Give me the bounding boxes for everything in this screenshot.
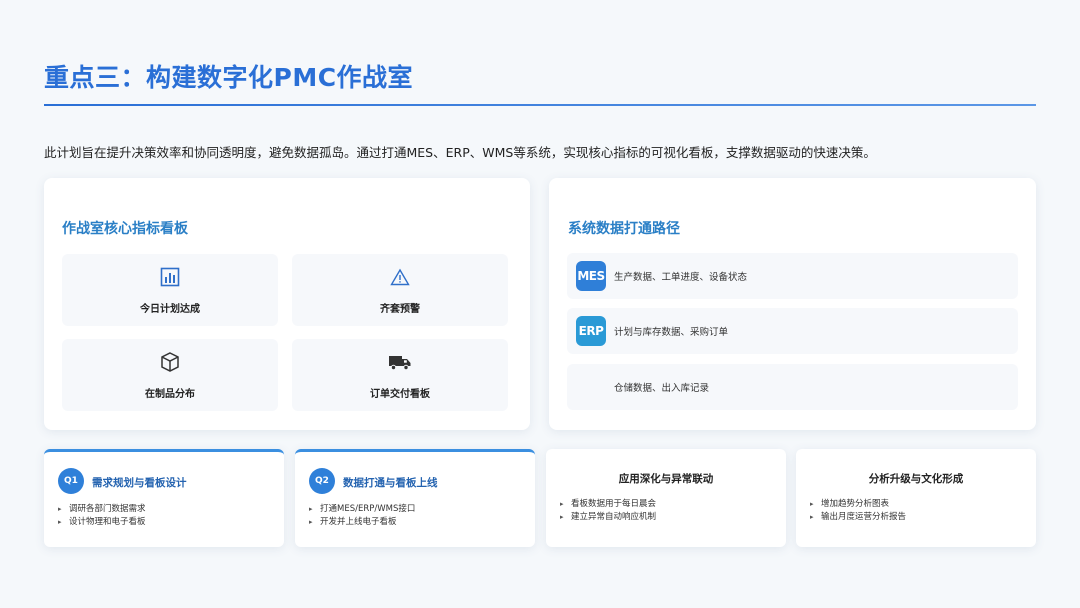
kpi-board-title: 作战室核心指标看板: [62, 221, 188, 237]
data-path-card: 系统数据打通路径 MES 生产数据、工单进度、设备状态 ERP 计划与库存数据、…: [549, 178, 1036, 430]
phase-title: 需求规划与看板设计: [92, 477, 187, 489]
phase-card-q3: 应用深化与异常联动 看板数据用于每日晨会 建立异常自动响应机制: [546, 449, 786, 547]
list-item: 看板数据用于每日晨会: [560, 498, 656, 511]
kpi-tile-label: 齐套预警: [380, 304, 420, 315]
phase-title: 数据打通与看板上线: [343, 477, 438, 489]
list-item: 打通MES/ERP/WMS接口: [309, 503, 415, 516]
erp-badge: ERP: [576, 316, 606, 346]
bar-chart-icon: [62, 266, 278, 288]
phase-card-q4: 分析升级与文化形成 增加趋势分析图表 输出月度运营分析报告: [796, 449, 1036, 547]
list-item: 调研各部门数据需求: [58, 503, 146, 516]
kpi-board-card: 作战室核心指标看板 今日计划达成 齐套预警 在制品分布 订单交付看板: [44, 178, 530, 430]
list-item: 设计物理和电子看板: [58, 516, 146, 529]
mes-badge: MES: [576, 261, 606, 291]
intro-text: 此计划旨在提升决策效率和协同透明度，避免数据孤岛。通过打通MES、ERP、WMS…: [44, 145, 876, 160]
path-row-erp: ERP 计划与库存数据、采购订单: [567, 308, 1018, 354]
path-row-text: 仓储数据、出入库记录: [614, 383, 710, 394]
title-divider: [44, 104, 1036, 106]
box-icon: [62, 351, 278, 373]
kpi-tile-plan-achievement[interactable]: 今日计划达成: [62, 254, 278, 326]
path-row-mes: MES 生产数据、工单进度、设备状态: [567, 253, 1018, 299]
page-title: 重点三：构建数字化PMC作战室: [44, 63, 414, 92]
phase-title: 应用深化与异常联动: [618, 473, 714, 485]
warning-icon: [292, 266, 508, 288]
list-item: 输出月度运营分析报告: [810, 511, 906, 524]
truck-icon: [292, 351, 508, 373]
kpi-tile-kit-warning[interactable]: 齐套预警: [292, 254, 508, 326]
phase-title: 分析升级与文化形成: [868, 473, 964, 485]
path-row-text: 计划与库存数据、采购订单: [614, 327, 729, 338]
phase-task-list: 看板数据用于每日晨会 建立异常自动响应机制: [560, 498, 656, 524]
list-item: 开发并上线电子看板: [309, 516, 415, 529]
list-item: 建立异常自动响应机制: [560, 511, 656, 524]
data-path-title: 系统数据打通路径: [568, 221, 680, 237]
kpi-tile-label: 在制品分布: [145, 389, 195, 400]
phase-task-list: 打通MES/ERP/WMS接口 开发并上线电子看板: [309, 503, 415, 529]
phase-task-list: 调研各部门数据需求 设计物理和电子看板: [58, 503, 146, 529]
phase-number-badge: Q1: [58, 468, 84, 494]
kpi-tile-label: 今日计划达成: [140, 304, 200, 315]
phase-card-q1: Q1 需求规划与看板设计 调研各部门数据需求 设计物理和电子看板: [44, 449, 284, 547]
kpi-tile-wip-distribution[interactable]: 在制品分布: [62, 339, 278, 411]
list-item: 增加趋势分析图表: [810, 498, 906, 511]
phase-number-badge: Q2: [309, 468, 335, 494]
path-row-text: 生产数据、工单进度、设备状态: [614, 272, 748, 283]
path-row-wms: 仓储数据、出入库记录: [567, 364, 1018, 410]
phase-card-q2: Q2 数据打通与看板上线 打通MES/ERP/WMS接口 开发并上线电子看板: [295, 449, 535, 547]
kpi-tile-order-delivery[interactable]: 订单交付看板: [292, 339, 508, 411]
kpi-tile-label: 订单交付看板: [370, 389, 430, 400]
phase-task-list: 增加趋势分析图表 输出月度运营分析报告: [810, 498, 906, 524]
